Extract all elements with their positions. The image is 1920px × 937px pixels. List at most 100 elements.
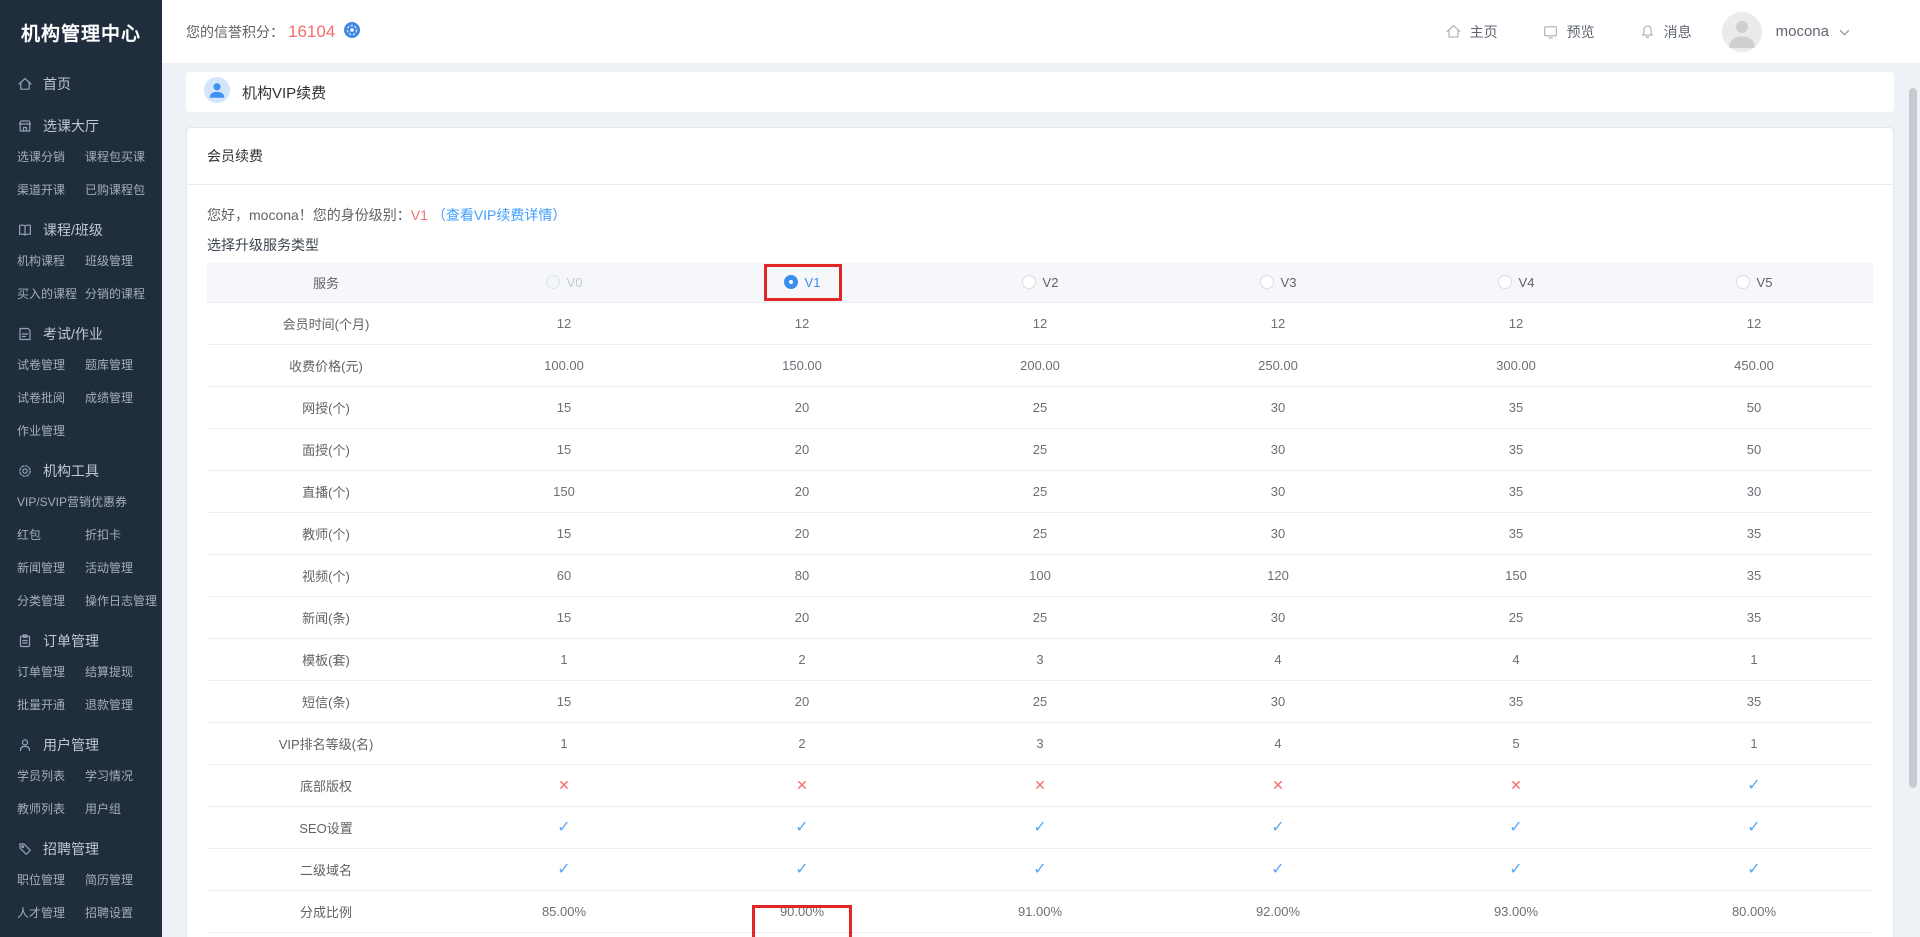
credit-label: 您的信誉积分： bbox=[186, 22, 284, 42]
sidebar-head-7[interactable]: 招聘管理 bbox=[17, 839, 162, 859]
sidebar-items: 选课分销课程包买课渠道开课已购课程包 bbox=[17, 149, 162, 198]
plan-radio-V2[interactable] bbox=[1022, 275, 1036, 289]
sidebar-head-6[interactable]: 用户管理 bbox=[17, 735, 162, 755]
cell-value: 30 bbox=[1159, 596, 1397, 638]
cell-value: 30 bbox=[1159, 680, 1397, 722]
row-label: 视频(个) bbox=[207, 554, 445, 596]
plan-radio-V1[interactable] bbox=[784, 275, 798, 289]
user-menu[interactable]: mocona bbox=[1722, 12, 1850, 52]
row-label: 教师(个) bbox=[207, 512, 445, 554]
sidebar-item[interactable]: 退款管理 bbox=[85, 697, 162, 713]
sidebar-head-5[interactable]: 订单管理 bbox=[17, 631, 162, 651]
sidebar-item[interactable]: 试卷批阅 bbox=[17, 390, 79, 406]
table-row: VIP排名等级(名)123451 bbox=[207, 722, 1873, 764]
plan-radio-V5[interactable] bbox=[1736, 275, 1750, 289]
col-header-V4: V4 bbox=[1397, 263, 1635, 302]
main-content: 机构VIP续费 会员续费 您好，mocona！您的身份级别：V1 （查看VIP续… bbox=[162, 64, 1920, 937]
table-row: 直播(个)1502025303530 bbox=[207, 470, 1873, 512]
sidebar-head-1[interactable]: 选课大厅 bbox=[17, 116, 162, 136]
check-icon: ✓ bbox=[1159, 806, 1397, 848]
sidebar-item[interactable]: 渠道开课 bbox=[17, 182, 79, 198]
sidebar-section-label: 招聘管理 bbox=[43, 839, 99, 859]
check-icon: ✓ bbox=[921, 848, 1159, 890]
cell-value: 50 bbox=[1635, 386, 1873, 428]
plan-radio-V0[interactable] bbox=[546, 275, 560, 289]
sidebar: 机构管理中心 首页选课大厅选课分销课程包买课渠道开课已购课程包课程/班级机构课程… bbox=[0, 0, 162, 937]
sidebar-section: 考试/作业试卷管理题库管理试卷批阅成绩管理作业管理 bbox=[17, 324, 162, 439]
sidebar-item[interactable]: VIP/SVIP营销优惠券 bbox=[17, 494, 162, 510]
sidebar-item[interactable]: 学习情况 bbox=[85, 768, 162, 784]
cell-value: 150.00 bbox=[683, 344, 921, 386]
sidebar-item[interactable]: 已购课程包 bbox=[85, 182, 162, 198]
top-nav-label: 消息 bbox=[1664, 22, 1692, 42]
row-label: 新闻(条) bbox=[207, 596, 445, 638]
sidebar-item[interactable]: 成绩管理 bbox=[85, 390, 162, 406]
scrollbar-thumb[interactable] bbox=[1909, 88, 1917, 788]
sidebar-item[interactable]: 红包 bbox=[17, 527, 79, 543]
sidebar-item[interactable]: 订单管理 bbox=[17, 664, 79, 680]
cell-value: 12 bbox=[683, 302, 921, 344]
cross-icon: ✕ bbox=[921, 764, 1159, 806]
sidebar-section-label: 选课大厅 bbox=[43, 116, 99, 136]
sidebar-item[interactable]: 班级管理 bbox=[85, 253, 162, 269]
vip-detail-link[interactable]: （查看VIP续费详情） bbox=[432, 207, 567, 223]
plan-label: V1 bbox=[805, 275, 821, 290]
table-row: 分成比例85.00%90.00%91.00%92.00%93.00%80.00% bbox=[207, 890, 1873, 932]
sidebar-head-2[interactable]: 课程/班级 bbox=[17, 220, 162, 240]
sidebar-item[interactable]: 人才管理 bbox=[17, 905, 79, 921]
cell-value: 20 bbox=[683, 512, 921, 554]
col-header-V2: V2 bbox=[921, 263, 1159, 302]
check-icon: ✓ bbox=[1397, 806, 1635, 848]
sidebar-item[interactable]: 招聘设置 bbox=[85, 905, 162, 921]
cell-value: 85.00% bbox=[445, 890, 683, 932]
book-icon bbox=[17, 222, 33, 238]
plan-radio-V4[interactable] bbox=[1498, 275, 1512, 289]
cell-value: 25 bbox=[1397, 596, 1635, 638]
sidebar-item[interactable]: 机构课程 bbox=[17, 253, 79, 269]
row-label: 二级域名 bbox=[207, 848, 445, 890]
sidebar-item[interactable]: 题库管理 bbox=[85, 357, 162, 373]
sidebar-section: 用户管理学员列表学习情况教师列表用户组 bbox=[17, 735, 162, 817]
sidebar-item[interactable]: 学员列表 bbox=[17, 768, 79, 784]
table-row: 网授(个)152025303550 bbox=[207, 386, 1873, 428]
top-nav-label: 预览 bbox=[1567, 22, 1595, 42]
plan-radio-V3[interactable] bbox=[1260, 275, 1274, 289]
sidebar-item[interactable]: 新闻管理 bbox=[17, 560, 79, 576]
sidebar-head-4[interactable]: 机构工具 bbox=[17, 461, 162, 481]
sidebar-item[interactable]: 分类管理 bbox=[17, 593, 79, 609]
cross-icon: ✕ bbox=[1159, 764, 1397, 806]
sidebar-item[interactable]: 批量开通 bbox=[17, 697, 79, 713]
sidebar-item[interactable]: 结算提现 bbox=[85, 664, 162, 680]
cell-value: 100.00 bbox=[445, 344, 683, 386]
vertical-scrollbar[interactable] bbox=[1909, 64, 1917, 937]
sidebar-item[interactable]: 职位管理 bbox=[17, 872, 79, 888]
sidebar-item[interactable]: 用户组 bbox=[85, 801, 162, 817]
cell-value: 3 bbox=[921, 722, 1159, 764]
sidebar-item[interactable]: 教师列表 bbox=[17, 801, 79, 817]
cell-value: 35 bbox=[1397, 512, 1635, 554]
check-icon: ✓ bbox=[683, 806, 921, 848]
top-nav-消息[interactable]: 消息 bbox=[1639, 22, 1692, 42]
sidebar-head-0[interactable]: 首页 bbox=[17, 74, 162, 94]
cell-value: 450.00 bbox=[1635, 344, 1873, 386]
sidebar-item[interactable]: 分销的课程 bbox=[85, 286, 162, 302]
sidebar-item[interactable]: 折扣卡 bbox=[85, 527, 162, 543]
sidebar-item[interactable]: 活动管理 bbox=[85, 560, 162, 576]
avatar[interactable] bbox=[1722, 12, 1762, 52]
sidebar-head-3[interactable]: 考试/作业 bbox=[17, 324, 162, 344]
sidebar-item[interactable]: 试卷管理 bbox=[17, 357, 79, 373]
plan-label: V2 bbox=[1043, 275, 1059, 290]
cell-value: 100 bbox=[921, 554, 1159, 596]
sidebar-item[interactable]: 简历管理 bbox=[85, 872, 162, 888]
sidebar-item[interactable]: 课程包买课 bbox=[85, 149, 162, 165]
table-row: 教师(个)152025303535 bbox=[207, 512, 1873, 554]
check-icon: ✓ bbox=[921, 806, 1159, 848]
top-nav-主页[interactable]: 主页 bbox=[1445, 22, 1498, 42]
sidebar-item[interactable]: 作业管理 bbox=[17, 423, 79, 439]
check-icon: ✓ bbox=[683, 848, 921, 890]
cell-value: 20 bbox=[683, 470, 921, 512]
sidebar-item[interactable]: 买入的课程 bbox=[17, 286, 79, 302]
top-nav-预览[interactable]: 预览 bbox=[1542, 22, 1595, 42]
sidebar-item[interactable]: 操作日志管理 bbox=[85, 593, 162, 609]
sidebar-item[interactable]: 选课分销 bbox=[17, 149, 79, 165]
